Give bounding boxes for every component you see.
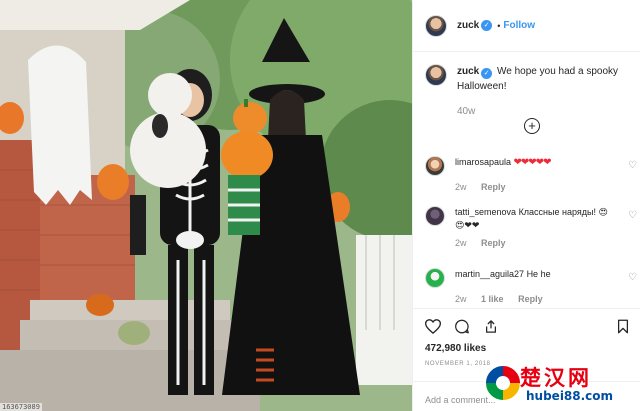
- comment-age: 2w: [455, 238, 467, 248]
- comment-bubble-icon[interactable]: [454, 319, 470, 334]
- follow-button[interactable]: Follow: [503, 20, 535, 31]
- like-count[interactable]: 472,980 likes: [425, 343, 486, 354]
- comment-text: He he: [526, 269, 551, 279]
- post-caption: zuck ✓ We hope you had a spooky Halloween…: [425, 64, 633, 119]
- commenter-username[interactable]: limarosapaula: [455, 157, 511, 167]
- commenter-avatar[interactable]: [425, 156, 445, 176]
- separator-dot: •: [497, 20, 501, 31]
- comment-item: tatti_semenova Классные наряды! 😍😍❤❤ 2w …: [425, 206, 637, 248]
- comment-age: 2w: [455, 182, 467, 192]
- commenter-username[interactable]: tatti_semenova: [455, 207, 516, 217]
- post-photo[interactable]: 163673089: [0, 0, 412, 411]
- post-details-panel: zuck ✓ • Follow zuck ✓ We hope you had a …: [412, 0, 640, 411]
- heart-outline-icon[interactable]: ♡: [628, 160, 637, 171]
- like-heart-icon[interactable]: [425, 319, 441, 334]
- reply-button[interactable]: Reply: [518, 294, 543, 304]
- caption-age: 40w: [457, 106, 476, 117]
- comment-age: 2w: [455, 294, 467, 304]
- comment-like-count[interactable]: 1 like: [481, 294, 504, 304]
- heart-outline-icon[interactable]: ♡: [628, 210, 637, 221]
- halloween-family-illustration: [0, 0, 412, 411]
- commenter-avatar[interactable]: [425, 206, 445, 226]
- bookmark-icon[interactable]: [617, 319, 629, 334]
- commenter-avatar[interactable]: [425, 268, 445, 288]
- add-comment-bar: [413, 381, 640, 411]
- post-header: zuck ✓ • Follow: [413, 0, 640, 52]
- add-comment-input[interactable]: [425, 395, 629, 405]
- share-icon[interactable]: [483, 319, 499, 334]
- reply-button[interactable]: Reply: [481, 238, 506, 248]
- author-username[interactable]: zuck: [457, 20, 479, 31]
- comment-item: limarosapaula ❤❤❤❤❤ 2w Reply ♡: [425, 156, 637, 192]
- comment-text: ❤❤❤❤❤: [513, 157, 552, 168]
- post-date[interactable]: November 1, 2018: [425, 361, 491, 367]
- post-actions: 472,980 likes November 1, 2018: [413, 308, 640, 411]
- author-avatar[interactable]: [425, 14, 447, 37]
- comment-item: martin__aguila27 He he 2w 1 like Reply ♡: [425, 268, 637, 304]
- commenter-username[interactable]: martin__aguila27: [455, 269, 524, 279]
- caption-username[interactable]: zuck: [457, 66, 479, 77]
- heart-outline-icon[interactable]: ♡: [628, 272, 637, 283]
- verified-badge-icon: ✓: [481, 20, 493, 31]
- verified-badge-icon: ✓: [481, 68, 493, 79]
- photo-id-label: 163673089: [0, 403, 42, 411]
- reply-button[interactable]: Reply: [481, 182, 506, 192]
- caption-avatar[interactable]: [425, 64, 447, 86]
- plus-circle-icon[interactable]: +: [524, 118, 540, 134]
